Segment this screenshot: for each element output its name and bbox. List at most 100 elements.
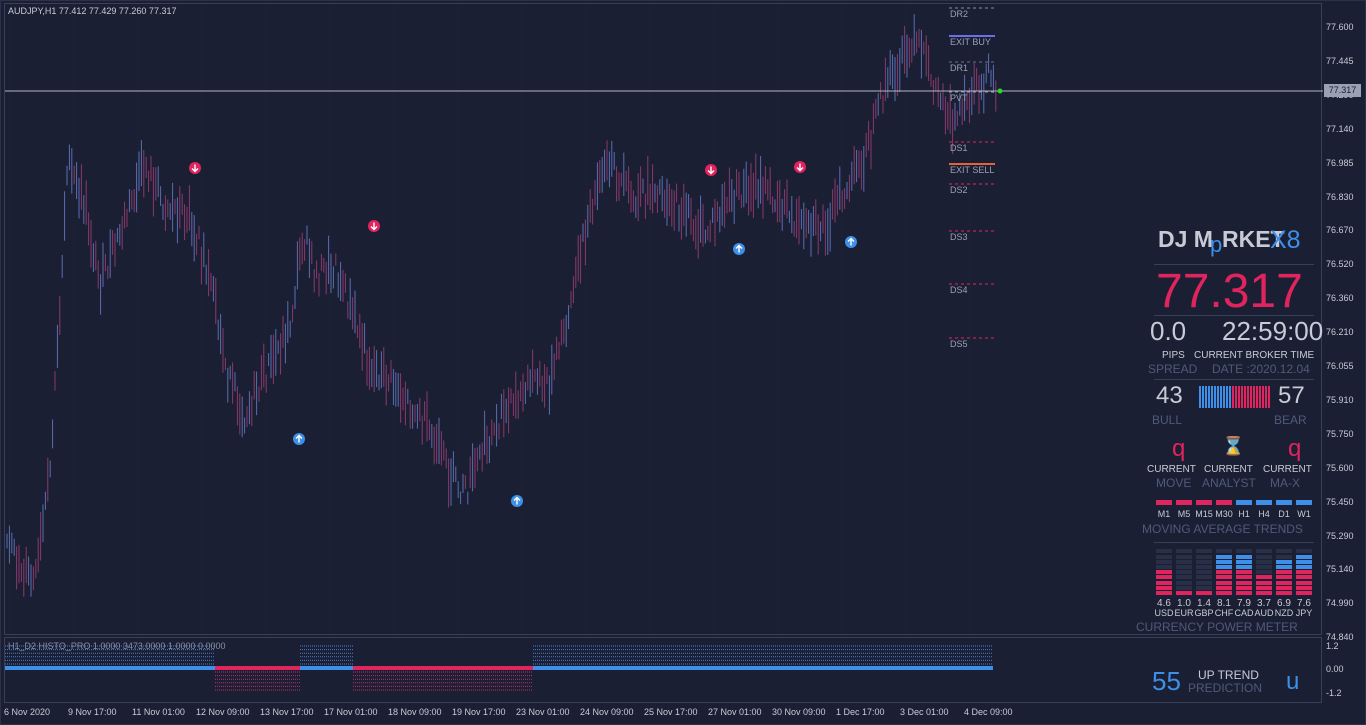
currency-power-bar [1216, 559, 1232, 564]
time-axis-label: 9 Nov 17:00 [68, 707, 117, 717]
currency-power-bar [1236, 565, 1252, 569]
price-axis-label: 75.910 [1326, 394, 1354, 405]
currency-power-bar [1156, 585, 1172, 590]
current-price-label: 77.317 [1324, 84, 1361, 97]
time-axis-label: 18 Nov 09:00 [388, 707, 442, 717]
currency-power-bar [1296, 549, 1312, 554]
trend-label: UP TREND [1198, 668, 1259, 682]
currency-power-bar [1176, 559, 1192, 564]
price-axis-label: 76.210 [1326, 327, 1354, 338]
currency-label: EUR [1174, 608, 1194, 618]
move-down-icon: q [1172, 435, 1186, 462]
currency-power-bar [1196, 585, 1212, 590]
price-axis-label: 75.290 [1326, 530, 1354, 541]
currency-power-bar [1276, 575, 1292, 580]
currency-power-bar [1256, 559, 1272, 564]
pivot-label: DR2 [950, 9, 969, 19]
currency-power-bar [1256, 549, 1272, 554]
currency-power-label: CURRENCY POWER METER [1136, 620, 1298, 634]
ma-down-icon: q [1288, 435, 1302, 462]
buy-signal-icon [733, 243, 745, 255]
timeframe-trend-bar [1216, 500, 1232, 505]
time-axis-label: 11 Nov 01:00 [132, 707, 185, 717]
currency-power-bar [1176, 549, 1192, 554]
time-axis-label: 24 Nov 09:00 [580, 707, 634, 717]
sub-y-label: -1.2 [1326, 688, 1342, 698]
price-axis-label: 77.600 [1326, 22, 1354, 32]
time-axis-label: 3 Dec 01:00 [900, 707, 949, 717]
price-axis-label: 75.600 [1326, 462, 1354, 473]
timeframe-trends: M1 M5 M15 M30 H1 H4 D1 W1 [1154, 498, 1314, 522]
time-axis-label: 17 Nov 01:00 [324, 707, 378, 717]
price-dot [997, 88, 1003, 94]
brand-suffix: X8 [1270, 226, 1301, 254]
currency-power-bar [1176, 580, 1192, 585]
time-axis-label: 6 Nov 2020 [4, 707, 51, 717]
pivot-label: DS4 [950, 285, 968, 295]
currency-power-bar [1236, 549, 1252, 554]
pivot-label: DS2 [950, 185, 968, 195]
currency-power-bar [1156, 575, 1172, 580]
timeframe-label: D1 [1278, 509, 1290, 519]
currency-power-bar [1156, 554, 1172, 559]
currency-power-bar [1296, 559, 1312, 564]
brand-left: DJ M [1158, 226, 1213, 252]
timeframe-trend-bar [1156, 500, 1172, 505]
currency-power-bar [1216, 575, 1232, 580]
currency-label: NZD [1274, 608, 1294, 618]
currency-power-bar [1236, 570, 1252, 575]
currency-power-bar [1196, 580, 1212, 585]
time-axis-label: 12 Nov 09:00 [196, 707, 250, 717]
time-axis-label: 4 Dec 09:00 [964, 707, 1013, 717]
currency-power-bar [1156, 559, 1172, 564]
sentiment-tick [1220, 386, 1222, 408]
currency-power-bar [1236, 575, 1252, 580]
histo-baseline [215, 666, 300, 670]
time-axis-label: 23 Nov 01:00 [516, 707, 570, 717]
currency-power-bar [1216, 565, 1232, 569]
sentiment-tick [1244, 386, 1246, 408]
price-chart[interactable] [4, 3, 1323, 636]
currency-power-bar [1216, 591, 1232, 595]
sentiment-tick [1253, 386, 1255, 408]
sentiment-tick [1229, 386, 1231, 408]
histo-baseline [5, 666, 215, 670]
currency-power-bar [1296, 565, 1312, 569]
timeframe-trend-bar [1276, 500, 1292, 505]
price-axis-label: 76.985 [1326, 157, 1354, 168]
price-axis-label: 77.445 [1326, 55, 1354, 66]
currency-power-bar [1196, 565, 1212, 569]
sentiment-tick [1208, 386, 1210, 408]
pips-value: 0.0 [1150, 316, 1187, 346]
time-axis-label: 13 Nov 17:00 [260, 707, 314, 717]
buy-signal-icon [845, 236, 857, 248]
pivot-label: DR1 [950, 63, 969, 73]
currency-power-bar [1156, 549, 1172, 554]
sentiment-tick [1235, 386, 1237, 408]
timeframe-trend-bar [1256, 500, 1272, 505]
currency-power-bar [1196, 570, 1212, 575]
sentiment-bar [1199, 386, 1271, 408]
currency-power-bar [1216, 585, 1232, 590]
currency-power-bar [1236, 591, 1252, 595]
sentiment-tick [1232, 386, 1234, 408]
sell-signal-icon [189, 162, 201, 174]
histo-baseline [353, 666, 533, 670]
spread-label: SPREAD [1148, 362, 1198, 376]
price-axis-label: 75.750 [1326, 428, 1354, 439]
subwindow-title: H1_D2 HISTO_PRO 1.0000 3473.0000 1.0000 … [8, 641, 226, 651]
bull-label: BULL [1152, 413, 1183, 427]
currency-power-bar [1196, 591, 1212, 595]
currency-power-bar [1236, 585, 1252, 590]
timeframe-label: M30 [1215, 509, 1233, 519]
currency-label: JPY [1295, 608, 1313, 618]
sell-signal-icon [368, 220, 380, 232]
currency-power-bar [1196, 549, 1212, 554]
buy-signal-icon [511, 495, 523, 507]
pivot-label: DS5 [950, 339, 968, 349]
currency-power-bar [1276, 554, 1292, 559]
timeframe-label: W1 [1297, 509, 1311, 519]
sentiment-tick [1259, 386, 1261, 408]
currency-power-bar [1156, 591, 1172, 595]
price-display: 77.317 [1156, 265, 1303, 318]
